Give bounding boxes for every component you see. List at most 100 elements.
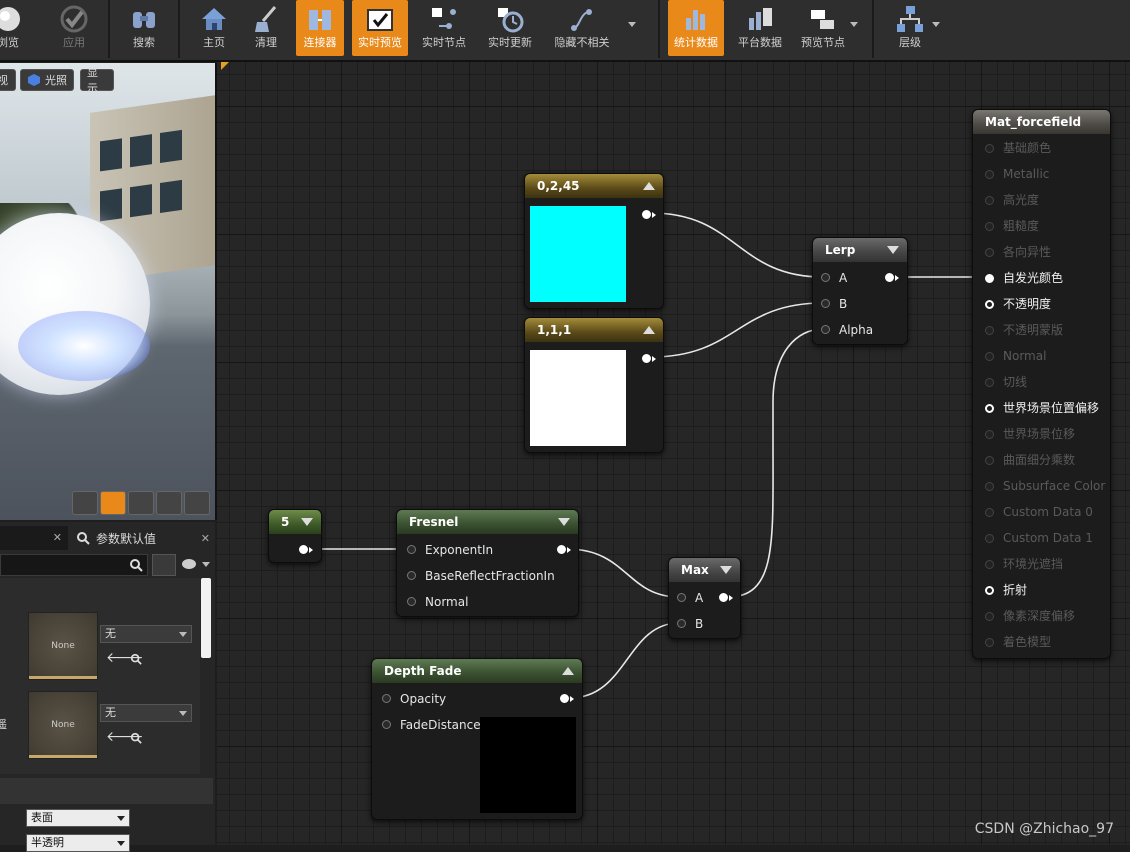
output-pin[interactable] (560, 694, 569, 703)
input-pin[interactable] (677, 619, 686, 628)
node-title[interactable]: Mat_forcefield (973, 110, 1110, 134)
toolbar-button-hierarchy[interactable]: 层级 (884, 0, 936, 56)
input-pin[interactable] (985, 170, 994, 179)
material-input-row[interactable]: 高光度 (973, 190, 1110, 210)
material-input-row[interactable]: 着色模型 (973, 632, 1110, 652)
tab-details[interactable]: ✕ (0, 526, 68, 550)
input-pin[interactable] (985, 430, 994, 439)
input-pin[interactable] (382, 720, 391, 729)
constant3-node-a[interactable]: 0,2,45 (524, 173, 664, 309)
toolbar-button-preview-node[interactable]: 预览节点 (794, 0, 852, 56)
preview-viewport[interactable]: 视 光照 显示 (0, 63, 217, 520)
search-input[interactable] (0, 554, 148, 576)
search-icon[interactable] (130, 729, 142, 748)
collapse-icon[interactable] (643, 182, 655, 190)
material-input-row[interactable]: Custom Data 1 (973, 528, 1110, 548)
collapse-icon[interactable] (643, 326, 655, 334)
texture-combo[interactable]: 无 (100, 704, 192, 722)
node-title[interactable]: 1,1,1 (525, 318, 663, 342)
input-pin[interactable] (985, 300, 994, 309)
collapse-icon[interactable] (720, 566, 732, 574)
input-pin[interactable] (985, 378, 994, 387)
plane-preview-icon[interactable] (128, 491, 154, 515)
node-title[interactable]: 0,2,45 (525, 174, 663, 198)
input-pin[interactable] (985, 560, 994, 569)
toolbar-button-live-update[interactable]: 实时更新 (482, 0, 538, 56)
toolbar-button-realtime-preview[interactable]: 实时预览 (352, 0, 408, 56)
input-pin[interactable] (407, 571, 416, 580)
material-input-row[interactable]: 环境光遮挡 (973, 554, 1110, 574)
toolbar-button-platform-stats[interactable]: 平台数据 (732, 0, 788, 56)
input-pin[interactable] (985, 482, 994, 491)
input-pin[interactable] (985, 222, 994, 231)
node-title[interactable]: Lerp (813, 238, 907, 262)
material-input-row[interactable]: 不透明度 (973, 294, 1110, 314)
input-pin[interactable] (985, 326, 994, 335)
cube-preview-icon[interactable] (156, 491, 182, 515)
material-input-row[interactable]: 世界场景位置偏移 (973, 398, 1110, 418)
texture-combo[interactable]: 无 (100, 625, 192, 643)
viewport-lighting-button[interactable]: 光照 (20, 69, 74, 91)
eye-icon[interactable] (182, 559, 196, 569)
toolbar-button-live-nodes[interactable]: 实时节点 (416, 0, 472, 56)
input-pin[interactable] (985, 586, 994, 595)
input-pin[interactable] (985, 534, 994, 543)
input-pin[interactable] (985, 274, 994, 283)
input-pin[interactable] (985, 638, 994, 647)
texture-thumbnail[interactable]: None (28, 612, 98, 680)
cylinder-preview-icon[interactable] (72, 491, 98, 515)
input-pin[interactable] (985, 144, 994, 153)
material-input-row[interactable]: 基础颜色 (973, 138, 1110, 158)
output-pin[interactable] (885, 273, 894, 282)
input-pin[interactable] (407, 545, 416, 554)
node-title[interactable]: 5 (269, 510, 321, 534)
input-pin[interactable] (985, 196, 994, 205)
input-pin[interactable] (382, 694, 391, 703)
collapse-icon[interactable] (558, 518, 570, 526)
material-input-row[interactable]: 各向异性 (973, 242, 1110, 262)
material-graph[interactable]: 0,2,45 1,1,1 5 Fresnel ExponentIn BaseRe… (217, 62, 1130, 845)
input-pin[interactable] (407, 597, 416, 606)
node-title[interactable]: Depth Fade (372, 659, 582, 683)
output-pin[interactable] (642, 210, 651, 219)
viewport-view-button[interactable]: 视 (0, 69, 16, 91)
input-pin[interactable] (821, 299, 830, 308)
fresnel-node[interactable]: Fresnel ExponentIn BaseReflectFractionIn… (396, 509, 579, 617)
close-icon[interactable]: ✕ (201, 532, 210, 545)
toolbar-button-apply[interactable]: 应用 (48, 0, 100, 56)
list-view-icon[interactable] (152, 554, 176, 576)
lerp-node[interactable]: Lerp A B Alpha (812, 237, 908, 345)
section-header[interactable] (0, 778, 213, 804)
input-pin[interactable] (821, 273, 830, 282)
material-input-row[interactable]: 世界场景位移 (973, 424, 1110, 444)
toolbar-button-search[interactable]: 搜索 (118, 0, 170, 56)
scalar-node[interactable]: 5 (268, 509, 322, 563)
teapot-preview-icon[interactable] (184, 491, 210, 515)
close-icon[interactable]: ✕ (53, 531, 62, 544)
shading-combo[interactable]: 半透明 (26, 834, 130, 852)
chevron-down-icon[interactable] (202, 562, 210, 567)
material-input-row[interactable]: Metallic (973, 164, 1110, 184)
chevron-down-icon[interactable] (850, 22, 858, 27)
chevron-down-icon[interactable] (932, 22, 940, 27)
output-pin[interactable] (719, 593, 728, 602)
input-pin[interactable] (985, 404, 994, 413)
input-pin[interactable] (985, 248, 994, 257)
collapse-icon[interactable] (887, 246, 899, 254)
output-pin[interactable] (557, 545, 566, 554)
sphere-preview-icon[interactable] (100, 491, 126, 515)
output-pin[interactable] (642, 354, 651, 363)
input-pin[interactable] (985, 456, 994, 465)
toolbar-button-stats[interactable]: 统计数据 (668, 0, 724, 56)
toolbar-button-clean[interactable]: 清理 (240, 0, 292, 56)
material-input-row[interactable]: 像素深度偏移 (973, 606, 1110, 626)
input-pin[interactable] (985, 352, 994, 361)
texture-thumbnail[interactable]: None (28, 691, 98, 759)
max-node[interactable]: Max A B (668, 557, 741, 639)
material-input-row[interactable]: 自发光颜色 (973, 268, 1110, 288)
material-input-row[interactable]: 曲面细分乘数 (973, 450, 1110, 470)
constant3-node-b[interactable]: 1,1,1 (524, 317, 664, 453)
material-input-row[interactable]: Normal (973, 346, 1110, 366)
input-pin[interactable] (985, 508, 994, 517)
material-result-node[interactable]: Mat_forcefield 基础颜色 Metallic 高光度 粗糙度 各向异性 自发光… (972, 109, 1111, 659)
